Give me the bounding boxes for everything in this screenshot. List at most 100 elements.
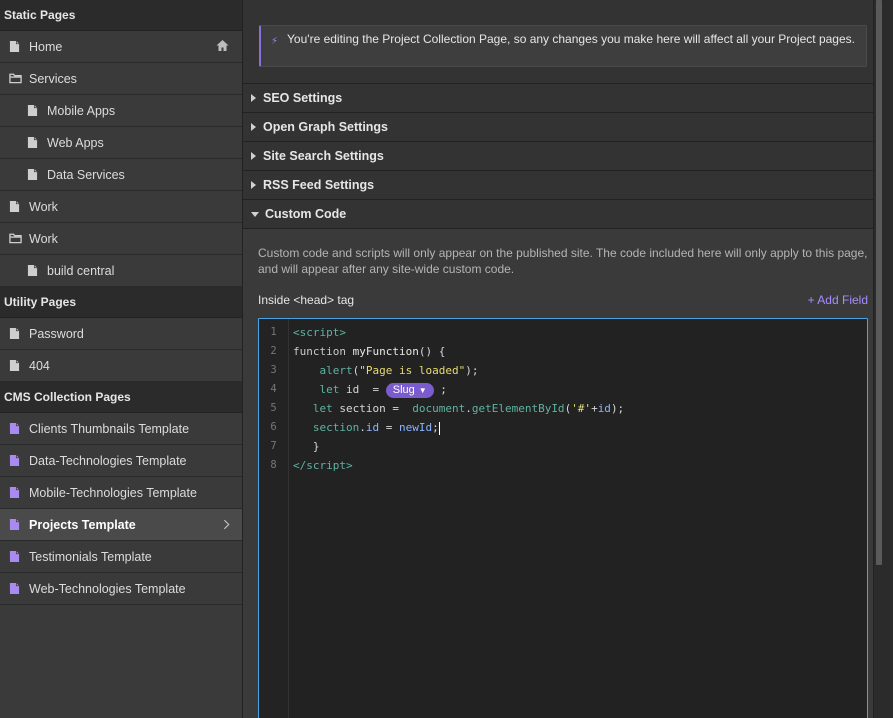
- slug-label: Slug: [392, 383, 415, 396]
- sidebar-section-header: Utility Pages: [0, 287, 242, 318]
- sidebar-item[interactable]: Work: [0, 223, 242, 255]
- sidebar-item[interactable]: Mobile-Technologies Template: [0, 477, 242, 509]
- page-icon: [27, 136, 39, 149]
- sidebar-item-label: Work: [29, 231, 58, 246]
- chevron-down-icon: ▼: [418, 385, 427, 395]
- slug-field-pill[interactable]: Slug ▼: [385, 382, 434, 398]
- chevron-right-icon[interactable]: [223, 517, 230, 533]
- add-field-button[interactable]: + Add Field: [808, 293, 868, 307]
- lightning-icon: ⚡: [271, 36, 279, 47]
- code-line[interactable]: alert("Page is loaded");: [293, 361, 867, 380]
- cms-page-icon: [9, 518, 21, 531]
- sidebar-item-label: 404: [29, 358, 50, 373]
- sidebar-item-label: Password: [29, 326, 84, 341]
- page-icon: [27, 168, 39, 181]
- sidebar-item-label: Web-Technologies Template: [29, 581, 186, 596]
- folder-icon: [9, 232, 22, 245]
- code-line[interactable]: }: [293, 437, 867, 456]
- page-icon: [9, 327, 21, 340]
- sidebar-item-label: build central: [47, 263, 115, 278]
- sidebar-item[interactable]: Services: [0, 63, 242, 95]
- page-icon: [27, 264, 39, 277]
- sidebar-section-header: Static Pages: [0, 0, 242, 31]
- sidebar-item[interactable]: Mobile Apps: [0, 95, 242, 127]
- sidebar-item-label: Testimonials Template: [29, 549, 152, 564]
- folder-icon: [9, 72, 22, 85]
- pages-sidebar: Static Pages Home Services Mobile Apps Web A…: [0, 0, 243, 718]
- cms-page-icon: [9, 422, 21, 435]
- caret-right-icon: [251, 123, 256, 131]
- head-tag-label: Inside <head> tag: [258, 293, 355, 307]
- sidebar-item[interactable]: Web-Technologies Template: [0, 573, 242, 605]
- sidebar-item-label: Work: [29, 199, 58, 214]
- main-scrollbar[interactable]: [873, 0, 883, 718]
- sidebar-item-label: Data Services: [47, 167, 125, 182]
- caret-right-icon: [251, 152, 256, 160]
- code-line[interactable]: section.id = newId;: [293, 418, 867, 437]
- accordion-header[interactable]: RSS Feed Settings: [243, 171, 883, 200]
- line-number-gutter: 1 2 3 4 5 6 7 8: [259, 319, 289, 718]
- sidebar-item-label: Data-Technologies Template: [29, 453, 187, 468]
- line-number: 8: [270, 459, 277, 471]
- code-lines[interactable]: <script> function myFunction() { alert("…: [293, 323, 867, 475]
- caret-right-icon: [251, 94, 256, 102]
- sidebar-item[interactable]: Projects Template: [0, 509, 242, 541]
- code-editor[interactable]: 1 2 3 4 5 6 7 8 <script> function myFunction() …: [258, 318, 868, 718]
- notice-container: ⚡ You're editing the Project Collection …: [243, 0, 883, 84]
- line-number: 4: [270, 383, 277, 395]
- sidebar-item-label: Clients Thumbnails Template: [29, 421, 190, 436]
- app-window: Static Pages Home Services Mobile Apps Web A…: [0, 0, 893, 718]
- sidebar-item[interactable]: Testimonials Template: [0, 541, 242, 573]
- collection-page-notice: ⚡ You're editing the Project Collection …: [259, 25, 867, 67]
- sidebar-item[interactable]: Work: [0, 191, 242, 223]
- sidebar-item-label: Mobile-Technologies Template: [29, 485, 197, 500]
- code-line[interactable]: function myFunction() {: [293, 342, 867, 361]
- sidebar-item[interactable]: 404: [0, 350, 242, 382]
- sidebar-item-label: Services: [29, 71, 77, 86]
- sidebar-item-label: Projects Template: [29, 517, 136, 532]
- accordion-label: SEO Settings: [263, 91, 343, 105]
- caret-down-icon: [251, 211, 259, 217]
- sidebar-item[interactable]: Data Services: [0, 159, 242, 191]
- page-settings-panel: ⚡ You're editing the Project Collection …: [243, 0, 883, 718]
- line-number: 2: [270, 345, 277, 357]
- cms-page-icon: [9, 486, 21, 499]
- sidebar-item-label: Web Apps: [47, 135, 104, 150]
- sidebar-item[interactable]: Clients Thumbnails Template: [0, 413, 242, 445]
- sidebar-item[interactable]: Data-Technologies Template: [0, 445, 242, 477]
- code-line[interactable]: let id = Slug ▼ ;: [293, 380, 867, 399]
- page-icon: [9, 359, 21, 372]
- accordion-header[interactable]: Open Graph Settings: [243, 113, 883, 142]
- page-icon: [27, 104, 39, 117]
- accordion-header[interactable]: SEO Settings: [243, 84, 883, 113]
- cms-page-icon: [9, 582, 21, 595]
- code-line[interactable]: </script>: [293, 456, 867, 475]
- line-number: 7: [270, 440, 277, 452]
- sidebar-item[interactable]: build central: [0, 255, 242, 287]
- sidebar-item-label: Home: [29, 39, 63, 54]
- accordion-label: Open Graph Settings: [263, 120, 389, 134]
- line-number: 6: [270, 421, 277, 433]
- sidebar-item[interactable]: Home: [0, 31, 242, 63]
- accordion-label: Custom Code: [265, 207, 347, 221]
- cms-page-icon: [9, 550, 21, 563]
- line-number: 5: [270, 402, 277, 414]
- scrollbar-thumb[interactable]: [876, 0, 882, 565]
- sidebar-item[interactable]: Web Apps: [0, 127, 242, 159]
- sidebar-item-label: Mobile Apps: [47, 103, 116, 118]
- code-line[interactable]: <script>: [293, 323, 867, 342]
- accordion-header[interactable]: Custom Code: [243, 200, 883, 229]
- home-icon: [215, 39, 230, 55]
- notice-text: You're editing the Project Collection Pa…: [287, 32, 855, 46]
- code-line[interactable]: let section = document.getElementById('#…: [293, 399, 867, 418]
- accordion-label: RSS Feed Settings: [263, 178, 375, 192]
- head-field-row: Inside <head> tag + Add Field: [258, 292, 868, 308]
- text-cursor: [438, 421, 440, 435]
- page-icon: [9, 40, 21, 53]
- sidebar-item[interactable]: Password: [0, 318, 242, 350]
- caret-right-icon: [251, 181, 256, 189]
- sidebar-section-header: CMS Collection Pages: [0, 382, 242, 413]
- line-number: 1: [270, 326, 277, 338]
- accordion-label: Site Search Settings: [263, 149, 384, 163]
- accordion-header[interactable]: Site Search Settings: [243, 142, 883, 171]
